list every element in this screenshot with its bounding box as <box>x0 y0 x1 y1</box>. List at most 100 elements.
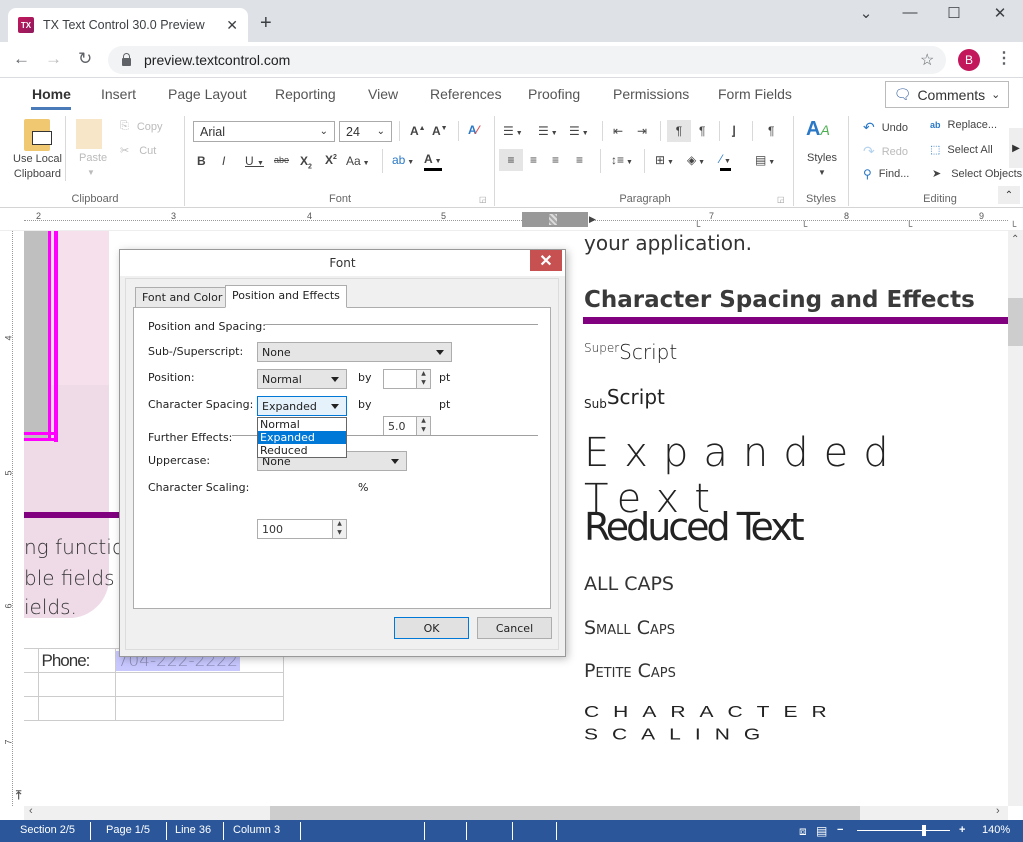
spin-up-icon[interactable]: ▲ <box>417 417 430 426</box>
multilevel-list-button[interactable]: ☰ ▼ <box>569 124 589 138</box>
position-select[interactable]: Normal <box>257 369 347 389</box>
table-cell[interactable] <box>24 672 39 697</box>
grow-font-icon[interactable]: A▲ <box>410 124 426 138</box>
close-tab-icon[interactable]: ✕ <box>226 17 238 34</box>
sub-super-select[interactable]: None <box>257 342 452 362</box>
ltr-paragraph-button[interactable]: ¶ <box>667 120 691 142</box>
align-right-button[interactable]: ≡ <box>552 153 559 167</box>
styles-dropdown-icon[interactable]: ▼ <box>818 168 826 177</box>
tab-view[interactable]: View <box>368 86 398 102</box>
page-break-button[interactable]: ⌋ <box>731 124 736 138</box>
tab-stop-icon[interactable]: └ <box>1010 221 1016 231</box>
bookmark-star-icon[interactable]: ☆ <box>920 50 934 70</box>
ok-button[interactable]: OK <box>394 617 469 639</box>
dropdown-option-reduced[interactable]: Reduced <box>258 444 346 457</box>
forward-button[interactable]: → <box>45 49 62 69</box>
tab-reporting[interactable]: Reporting <box>275 86 336 102</box>
increase-indent-button[interactable]: ⇥ <box>637 124 647 138</box>
tab-permissions[interactable]: Permissions <box>613 86 689 102</box>
borders-button[interactable]: ⊞ ▼ <box>655 153 674 167</box>
scroll-right-icon[interactable]: › <box>996 805 1000 817</box>
table-cell[interactable] <box>114 696 284 721</box>
shading-button[interactable]: ◈ ▼ <box>687 153 705 167</box>
paragraph-dialog-launcher-icon[interactable]: ◲ <box>777 195 785 204</box>
tab-proofing[interactable]: Proofing <box>528 86 580 102</box>
horizontal-scrollbar-thumb[interactable] <box>270 806 860 820</box>
superscript-button[interactable]: X2 <box>325 153 337 167</box>
copy-button[interactable]: ⎘ Copy <box>120 120 163 133</box>
line-spacing-button[interactable]: ↕≡ ▼ <box>611 153 633 167</box>
back-button[interactable]: ← <box>13 49 30 69</box>
dropdown-option-expanded[interactable]: Expanded <box>258 431 346 444</box>
zoom-in-button[interactable]: + <box>959 824 965 836</box>
strikethrough-button[interactable]: abe <box>274 155 289 165</box>
undo-button[interactable]: ↶ Undo <box>863 119 908 136</box>
dialog-close-button[interactable]: ✕ <box>530 250 562 271</box>
fit-width-icon[interactable]: ▤ <box>816 824 827 838</box>
minimize-button[interactable]: — <box>898 4 922 21</box>
clear-formatting-icon[interactable]: A⁄ <box>468 123 479 137</box>
justify-button[interactable]: ≡ <box>576 153 583 167</box>
tab-references[interactable]: References <box>430 86 502 102</box>
ribbon-scroll-right-button[interactable]: ▶ <box>1009 128 1023 168</box>
fit-page-icon[interactable]: ⧈ <box>799 824 807 839</box>
tab-form-fields[interactable]: Form Fields <box>718 86 792 102</box>
top-margin-marker-icon[interactable]: ⤒ <box>16 788 21 803</box>
position-by-input[interactable]: ▲ ▼ <box>383 369 431 389</box>
bullet-list-button[interactable]: ☰ ▼ <box>503 124 523 138</box>
numbered-list-button[interactable]: ☰ ▼ <box>538 124 558 138</box>
cut-button[interactable]: ✂ Cut <box>120 144 156 158</box>
zoom-slider-thumb[interactable] <box>921 825 926 836</box>
close-window-button[interactable]: ✕ <box>988 4 1012 22</box>
char-scaling-input[interactable]: 100 ▲ ▼ <box>257 519 347 539</box>
decrease-indent-button[interactable]: ⇤ <box>613 124 623 138</box>
highlight-color-button[interactable]: ab ▼ <box>392 153 414 167</box>
collapse-ribbon-button[interactable]: ⌃ <box>998 186 1020 204</box>
table-cell[interactable] <box>24 696 39 721</box>
char-spacing-select[interactable]: Expanded <box>257 396 347 416</box>
char-spacing-by-input[interactable]: 5.0 ▲ ▼ <box>383 416 431 436</box>
show-formatting-marks-button[interactable]: ¶ <box>768 124 774 138</box>
rtl-paragraph-button[interactable]: ¶ <box>699 124 705 138</box>
new-tab-button[interactable]: + <box>260 12 272 35</box>
bold-button[interactable]: B <box>197 154 206 168</box>
tab-insert[interactable]: Insert <box>101 86 136 102</box>
spin-up-icon[interactable]: ▲ <box>417 370 430 379</box>
spin-up-icon[interactable]: ▲ <box>333 520 346 529</box>
reload-button[interactable]: ↻ <box>78 49 92 69</box>
change-case-button[interactable]: Aa ▼ <box>346 154 370 168</box>
zoom-slider-track[interactable] <box>857 830 950 831</box>
spin-down-icon[interactable]: ▼ <box>417 426 430 435</box>
font-color-button[interactable]: A ▼ <box>424 153 442 171</box>
vertical-scrollbar-thumb[interactable] <box>1008 298 1023 346</box>
tab-stop-icon[interactable]: └ <box>694 221 700 231</box>
scroll-left-icon[interactable]: ‹ <box>29 805 33 817</box>
select-objects-button[interactable]: ➤ Select Objects <box>932 167 1022 181</box>
paste-button[interactable]: Paste <box>79 152 107 164</box>
find-button[interactable]: ⚲ Find... <box>863 167 909 181</box>
profile-avatar[interactable]: B <box>958 49 980 71</box>
scroll-up-icon[interactable]: ⌃ <box>1011 234 1019 245</box>
table-cell[interactable] <box>37 696 116 721</box>
table-cell[interactable] <box>114 672 284 697</box>
font-size-select[interactable]: 24 ⌄ <box>339 121 392 142</box>
ruler-column-marker[interactable] <box>522 212 588 227</box>
paste-dropdown-icon[interactable]: ▼ <box>87 168 95 177</box>
browser-tab[interactable]: TX TX Text Control 30.0 Preview ✕ <box>8 8 248 42</box>
redo-button[interactable]: ↷ Redo <box>863 143 908 160</box>
tab-page-layout[interactable]: Page Layout <box>168 86 247 102</box>
browser-menu-icon[interactable]: ⋮ <box>996 48 1012 68</box>
align-center-button[interactable]: ≡ <box>530 153 537 167</box>
select-all-button[interactable]: ⬚ Select All <box>930 143 993 157</box>
line-style-button[interactable]: ▤ ▼ <box>755 153 775 167</box>
underline-button[interactable]: U ▼ <box>245 154 264 168</box>
cancel-button[interactable]: Cancel <box>477 617 552 639</box>
font-dialog-launcher-icon[interactable]: ◲ <box>479 195 487 204</box>
spin-down-icon[interactable]: ▼ <box>333 529 346 538</box>
use-local-clipboard-button[interactable]: Use Local Clipboard <box>13 152 62 182</box>
tab-stop-icon[interactable]: └ <box>906 221 912 231</box>
table-cell[interactable] <box>24 648 39 673</box>
align-left-button[interactable]: ≡ <box>499 149 523 171</box>
shrink-font-icon[interactable]: A▼ <box>432 124 448 138</box>
tab-stop-icon[interactable]: └ <box>801 221 807 231</box>
